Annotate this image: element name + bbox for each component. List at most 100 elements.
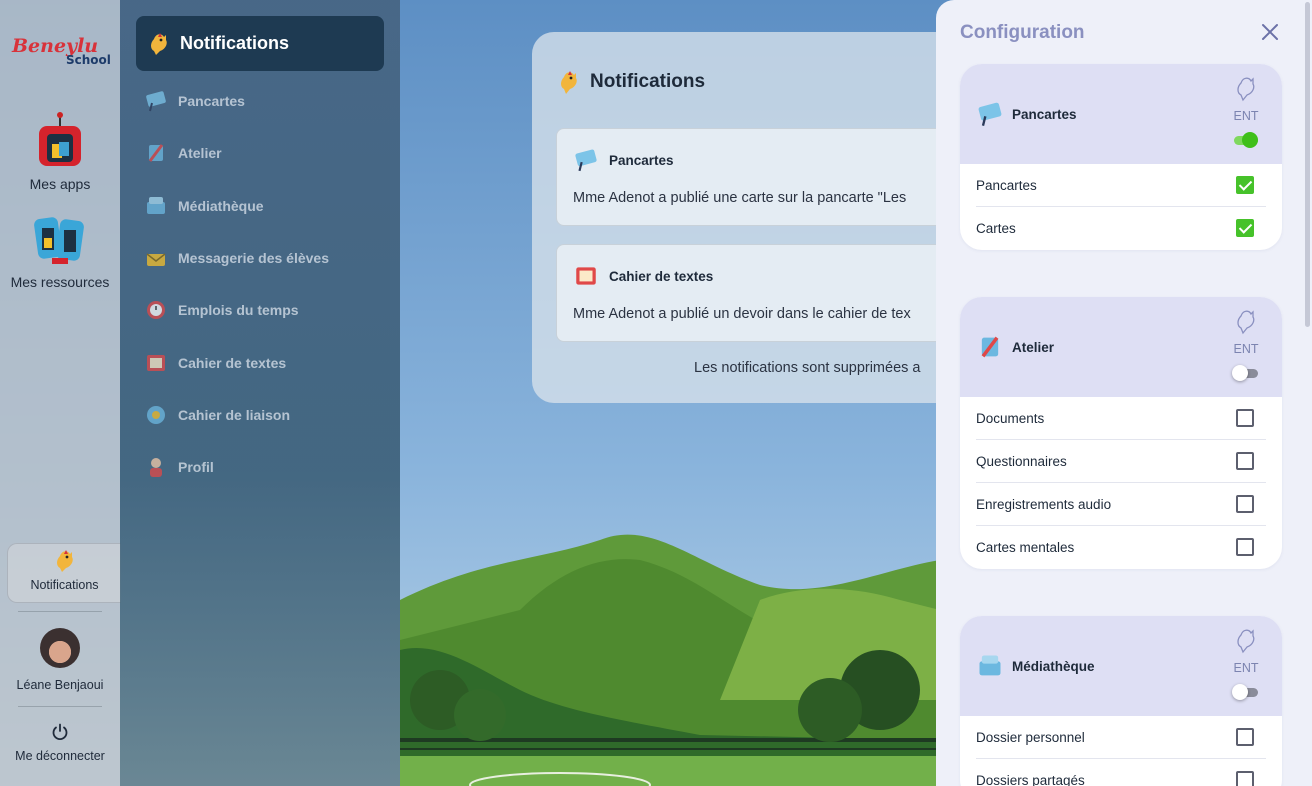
menu-item-label: Cahier de liaison xyxy=(178,407,291,423)
config-section-mediatheque: Médiathèque ENT Dossier personnel Dossie… xyxy=(960,616,1282,786)
rail-divider xyxy=(18,706,102,707)
config-section-header: Pancartes ENT xyxy=(960,64,1282,164)
brush-icon xyxy=(981,336,999,358)
option-checkbox[interactable] xyxy=(1236,771,1254,786)
option-checkbox[interactable] xyxy=(1236,538,1254,556)
my-resources-label: Mes ressources xyxy=(10,274,110,290)
option-checkbox[interactable] xyxy=(1236,219,1254,237)
clock-icon xyxy=(147,301,165,319)
rooster-icon xyxy=(151,32,167,55)
notification-app-name: Pancartes xyxy=(609,152,674,168)
power-icon xyxy=(52,723,68,741)
ent-indicator: ENT xyxy=(1228,626,1264,675)
config-option: Questionnaires xyxy=(976,440,1266,483)
rail-divider xyxy=(18,611,102,612)
config-section-name: Atelier xyxy=(976,333,1054,361)
rooster-icon xyxy=(561,71,577,94)
menu-header-notifications[interactable]: Notifications xyxy=(136,16,384,71)
logout-button[interactable]: Me déconnecter xyxy=(0,723,120,763)
config-option-label: Dossiers partagés xyxy=(976,773,1085,786)
config-option: Pancartes xyxy=(976,164,1266,207)
config-option-label: Pancartes xyxy=(976,177,1037,193)
drawer-scrollbar[interactable] xyxy=(1305,2,1310,327)
profile-icon xyxy=(150,458,162,477)
ent-indicator: ENT xyxy=(1228,307,1264,356)
media-chest-icon xyxy=(979,655,1001,676)
notifications-rail-tab[interactable]: Notifications xyxy=(7,543,121,603)
signboard-icon xyxy=(575,149,597,172)
notification-app-name: Cahier de textes xyxy=(609,268,714,284)
rooster-icon xyxy=(56,550,73,572)
close-icon[interactable] xyxy=(1258,20,1282,44)
ent-label: ENT xyxy=(1233,109,1259,123)
notifications-footer: Les notifications sont supprimées a xyxy=(694,360,921,376)
configuration-drawer: Configuration Pancartes ENT Pancartes Ca… xyxy=(936,0,1312,786)
apps-robot-icon xyxy=(39,112,81,166)
ent-label: ENT xyxy=(1233,342,1259,356)
ent-rooster-icon xyxy=(1237,77,1255,102)
config-option: Cartes xyxy=(976,207,1266,250)
my-apps-button[interactable]: Mes apps xyxy=(0,112,120,192)
beneylu-logo[interactable]: Beneylu School xyxy=(10,30,111,70)
config-option-label: Documents xyxy=(976,410,1045,426)
config-option: Dossiers partagés xyxy=(976,759,1266,786)
menu-item-label: Profil xyxy=(178,459,214,475)
menu-item-cahier-de-textes[interactable]: Cahier de textes xyxy=(144,348,286,378)
menu-item-atelier[interactable]: Atelier xyxy=(144,138,222,168)
avatar xyxy=(40,628,80,668)
menu-title: Notifications xyxy=(180,33,290,53)
notifications-title: Notifications xyxy=(556,68,705,96)
menu-item-cahier-de-liaison[interactable]: Cahier de liaison xyxy=(144,400,290,430)
option-checkbox[interactable] xyxy=(1236,728,1254,746)
option-checkbox[interactable] xyxy=(1236,176,1254,194)
user-name: Léane Benjaoui xyxy=(16,678,104,692)
config-section-header: Atelier ENT xyxy=(960,297,1282,397)
ent-rooster-icon xyxy=(1237,629,1255,654)
notebook-icon xyxy=(147,355,165,371)
menu-item-profil[interactable]: Profil xyxy=(144,452,214,482)
resources-robot-icon xyxy=(34,217,84,264)
ent-toggle[interactable] xyxy=(1232,365,1258,381)
notification-text: Mme Adenot a publié un devoir dans le ca… xyxy=(573,306,911,322)
config-option-label: Cartes xyxy=(976,221,1016,236)
my-resources-button[interactable]: Mes ressources xyxy=(0,212,120,290)
notifications-app-menu: Notifications Pancartes Atelier Médiathè… xyxy=(120,0,400,786)
ent-indicator: ENT xyxy=(1228,74,1264,123)
menu-item-label: Pancartes xyxy=(178,93,245,109)
config-section-title: Pancartes xyxy=(1012,106,1077,122)
config-option: Enregistrements audio xyxy=(976,483,1266,526)
user-profile-button[interactable]: Léane Benjaoui xyxy=(0,628,120,692)
option-checkbox[interactable] xyxy=(1236,452,1254,470)
menu-item-label: Atelier xyxy=(178,145,222,161)
ent-toggle[interactable] xyxy=(1232,132,1258,148)
config-section-pancartes: Pancartes ENT Pancartes Cartes xyxy=(960,64,1282,250)
notifications-card: Notifications Pancartes Mme Adenot a pub… xyxy=(532,32,972,403)
notification-item[interactable]: Pancartes Mme Adenot a publié une carte … xyxy=(556,128,972,226)
notification-text: Mme Adenot a publié une carte sur la pan… xyxy=(573,190,907,206)
config-section-title: Médiathèque xyxy=(1012,658,1095,674)
menu-item-label: Cahier de textes xyxy=(178,355,287,371)
menu-item-pancartes[interactable]: Pancartes xyxy=(144,86,245,116)
config-section-name: Médiathèque xyxy=(976,652,1095,680)
option-checkbox[interactable] xyxy=(1236,495,1254,513)
notification-item[interactable]: Cahier de textes Mme Adenot a publié un … xyxy=(556,244,972,342)
config-section-name: Pancartes xyxy=(976,100,1077,128)
config-section-header: Médiathèque ENT xyxy=(960,616,1282,716)
menu-item-messagerie[interactable]: Messagerie des élèves xyxy=(144,243,329,273)
mail-icon xyxy=(146,253,166,266)
menu-item-label: Messagerie des élèves xyxy=(178,250,329,266)
config-section-atelier: Atelier ENT Documents Questionnaires Enr… xyxy=(960,297,1282,569)
config-option-label: Dossier personnel xyxy=(976,729,1085,745)
config-option-label: Questionnaires xyxy=(976,453,1067,469)
ent-toggle[interactable] xyxy=(1232,684,1258,700)
config-section-title: Atelier xyxy=(1012,339,1055,355)
config-option: Cartes mentales xyxy=(976,526,1266,569)
notification-app: Pancartes xyxy=(573,147,674,173)
menu-item-mediatheque[interactable]: Médiathèque xyxy=(144,191,264,221)
signboard-icon xyxy=(146,91,166,112)
menu-item-emplois-du-temps[interactable]: Emplois du temps xyxy=(144,295,299,325)
option-checkbox[interactable] xyxy=(1236,409,1254,427)
signboard-icon xyxy=(978,102,1002,126)
config-option-label: Cartes mentales xyxy=(976,540,1075,555)
notification-app: Cahier de textes xyxy=(573,263,713,289)
